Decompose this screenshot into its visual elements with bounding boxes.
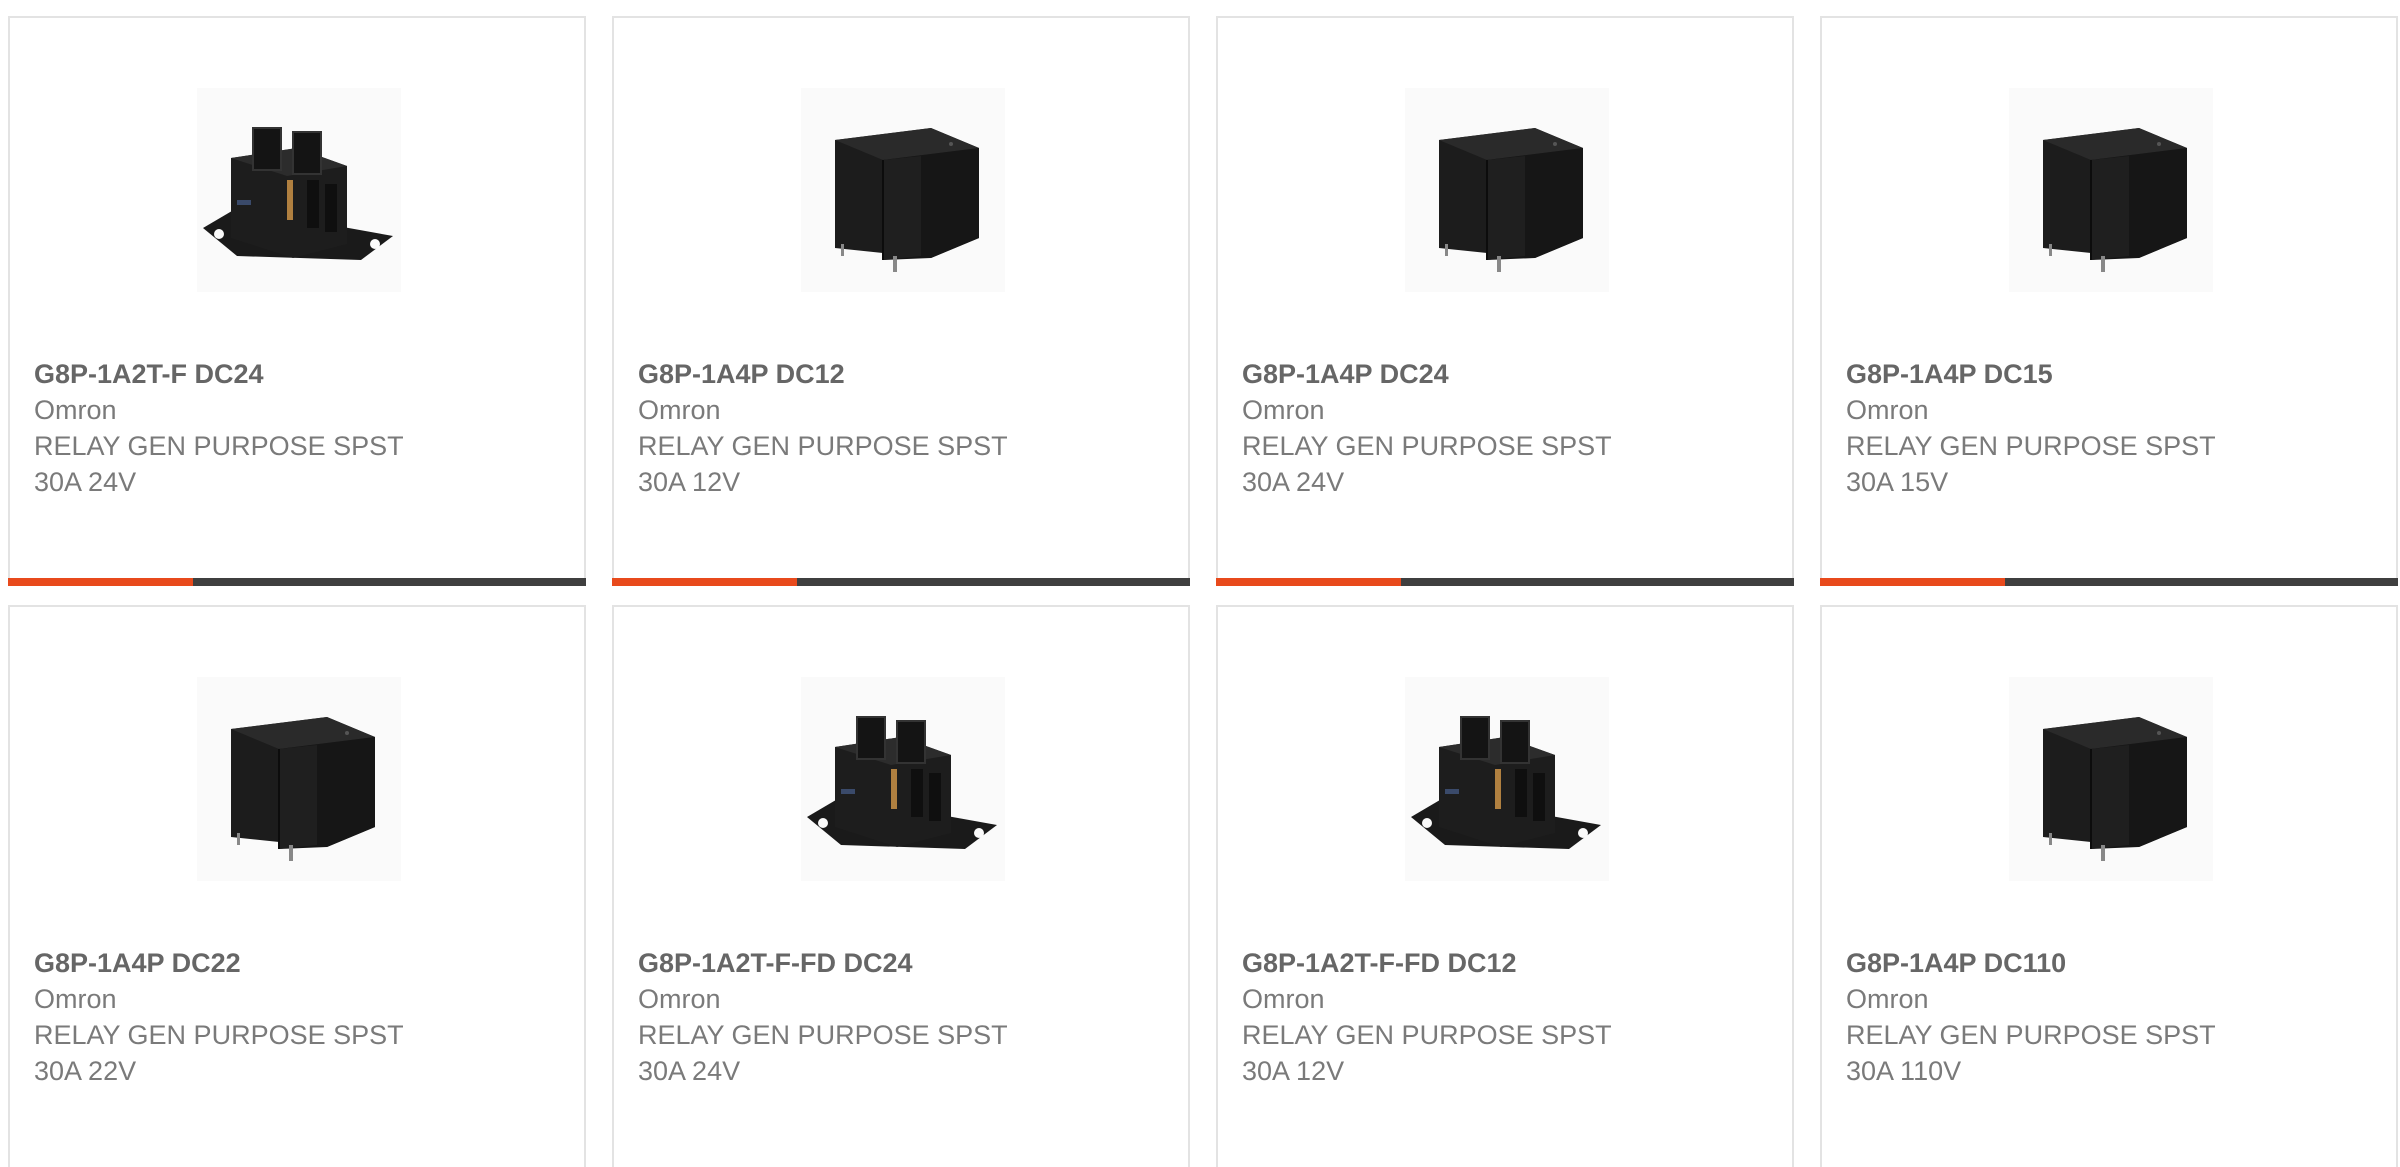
manufacturer: Omron [1242,395,1325,425]
description: RELAY GEN PURPOSE SPST 30A 110V [1846,1020,2216,1086]
relay-pcb-box-image [2009,677,2213,881]
relay-pcb-box-image [2009,88,2213,292]
progress-bar-fill [1216,578,1401,586]
progress-bar-fill [1820,578,2005,586]
product-card[interactable]: G8P-1A2T-F-FD DC12 Omron RELAY GEN PURPO… [1216,605,1794,1167]
part-number[interactable]: G8P-1A4P DC24 [1242,356,1772,392]
description: RELAY GEN PURPOSE SPST 30A 15V [1846,431,2216,497]
product-card[interactable]: G8P-1A2T-F DC24 Omron RELAY GEN PURPOSE … [8,16,586,586]
relay-quick-connect-flange-image [197,88,401,292]
progress-bar [1216,578,1794,586]
description: RELAY GEN PURPOSE SPST 30A 12V [638,431,1008,497]
part-number[interactable]: G8P-1A4P DC12 [638,356,1168,392]
manufacturer: Omron [638,984,721,1014]
progress-bar [8,578,586,586]
product-info: G8P-1A2T-F-FD DC12 Omron RELAY GEN PURPO… [1242,945,1772,1089]
description: RELAY GEN PURPOSE SPST 30A 12V [1242,1020,1612,1086]
manufacturer: Omron [1846,395,1929,425]
description: RELAY GEN PURPOSE SPST 30A 24V [34,431,404,497]
progress-bar-fill [612,578,797,586]
relay-quick-connect-flange-image [1405,677,1609,881]
part-number[interactable]: G8P-1A2T-F-FD DC12 [1242,945,1772,981]
progress-bar [612,578,1190,586]
product-info: G8P-1A2T-F-FD DC24 Omron RELAY GEN PURPO… [638,945,1168,1089]
product-card[interactable]: G8P-1A4P DC12 Omron RELAY GEN PURPOSE SP… [612,16,1190,586]
relay-pcb-box-image [197,677,401,881]
product-card[interactable]: G8P-1A4P DC22 Omron RELAY GEN PURPOSE SP… [8,605,586,1167]
manufacturer: Omron [1846,984,1929,1014]
relay-quick-connect-flange-image [801,677,1005,881]
progress-bar-fill [8,578,193,586]
manufacturer: Omron [34,984,117,1014]
manufacturer: Omron [1242,984,1325,1014]
product-info: G8P-1A2T-F DC24 Omron RELAY GEN PURPOSE … [34,356,564,500]
part-number[interactable]: G8P-1A4P DC15 [1846,356,2376,392]
product-card[interactable]: G8P-1A2T-F-FD DC24 Omron RELAY GEN PURPO… [612,605,1190,1167]
manufacturer: Omron [638,395,721,425]
part-number[interactable]: G8P-1A4P DC110 [1846,945,2376,981]
manufacturer: Omron [34,395,117,425]
relay-pcb-box-image [1405,88,1609,292]
part-number[interactable]: G8P-1A4P DC22 [34,945,564,981]
progress-bar [1820,578,2398,586]
product-card[interactable]: G8P-1A4P DC15 Omron RELAY GEN PURPOSE SP… [1820,16,2398,586]
part-number[interactable]: G8P-1A2T-F DC24 [34,356,564,392]
product-info: G8P-1A4P DC24 Omron RELAY GEN PURPOSE SP… [1242,356,1772,500]
relay-pcb-box-image [801,88,1005,292]
product-card[interactable]: G8P-1A4P DC110 Omron RELAY GEN PURPOSE S… [1820,605,2398,1167]
description: RELAY GEN PURPOSE SPST 30A 24V [1242,431,1612,497]
product-card[interactable]: G8P-1A4P DC24 Omron RELAY GEN PURPOSE SP… [1216,16,1794,586]
product-info: G8P-1A4P DC110 Omron RELAY GEN PURPOSE S… [1846,945,2376,1089]
product-info: G8P-1A4P DC15 Omron RELAY GEN PURPOSE SP… [1846,356,2376,500]
part-number[interactable]: G8P-1A2T-F-FD DC24 [638,945,1168,981]
description: RELAY GEN PURPOSE SPST 30A 22V [34,1020,404,1086]
description: RELAY GEN PURPOSE SPST 30A 24V [638,1020,1008,1086]
product-grid: G8P-1A2T-F DC24 Omron RELAY GEN PURPOSE … [0,0,2400,1167]
product-info: G8P-1A4P DC12 Omron RELAY GEN PURPOSE SP… [638,356,1168,500]
product-info: G8P-1A4P DC22 Omron RELAY GEN PURPOSE SP… [34,945,564,1089]
